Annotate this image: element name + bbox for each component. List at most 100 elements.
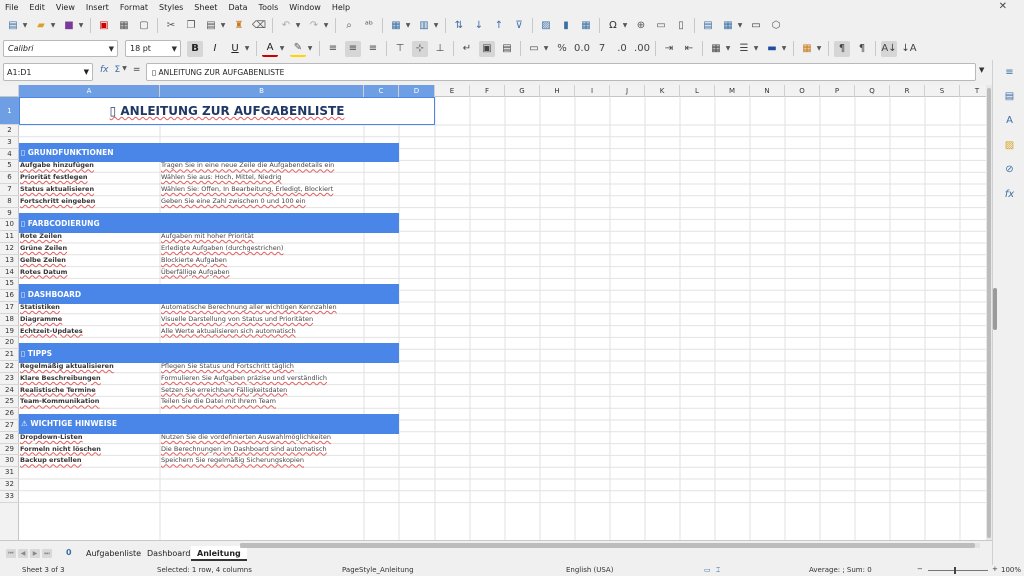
instruction-key-cell[interactable]: Fortschritt eingeben xyxy=(20,197,159,209)
paste-dropdown-icon[interactable]: ▼ xyxy=(219,18,227,34)
zoom-slider[interactable] xyxy=(928,570,988,571)
name-box[interactable]: A1:D1 ▼ xyxy=(3,63,93,81)
vertical-text-icon[interactable]: ↓A xyxy=(901,41,917,57)
title-cell[interactable]: ▯ ANLEITUNG ZUR AUFGABENLISTE xyxy=(19,97,435,125)
font-size-combo[interactable]: 18 pt ▼ xyxy=(125,40,181,57)
instruction-value-cell[interactable]: Die Berechnungen im Dashboard sind autom… xyxy=(161,445,363,457)
gallery-icon[interactable]: ▨ xyxy=(1003,140,1016,153)
row-icon[interactable]: ▦ xyxy=(388,18,404,34)
border-color-icon[interactable]: ▬ xyxy=(764,41,780,57)
headers-footers-icon[interactable]: ▯ xyxy=(673,18,689,34)
spreadsheet-grid[interactable]: ABCDEFGHIJKLMNOPQRST 1 2 3 4 5 6 7 8 9 10 11 12 13 14… xyxy=(0,85,986,540)
highlight-dropdown-icon[interactable]: ▼ xyxy=(306,41,314,57)
instruction-value-cell[interactable]: Nutzen Sie die vordefinierten Auswahlmög… xyxy=(161,433,363,445)
underline-dropdown-icon[interactable]: ▼ xyxy=(243,41,251,57)
tab-dashboard[interactable]: Dashboard xyxy=(141,546,196,561)
chevron-down-icon[interactable]: ▼ xyxy=(109,45,114,53)
menu-insert[interactable]: Insert xyxy=(86,3,109,12)
instruction-key-cell[interactable]: Statistiken xyxy=(20,303,159,315)
tab-aufgabenliste[interactable]: Aufgabenliste xyxy=(80,546,147,561)
instruction-key-cell[interactable]: Rote Zeilen xyxy=(20,232,159,244)
status-page-style[interactable]: PageStyle_Anleitung xyxy=(342,566,414,574)
instruction-key-cell[interactable]: Realistische Termine xyxy=(20,386,159,398)
navigator-icon[interactable]: ⊘ xyxy=(1003,164,1016,177)
zoom-in-icon[interactable]: + xyxy=(992,565,998,573)
insert-chart-icon[interactable]: ▮ xyxy=(558,18,574,34)
conditional-format-icon[interactable]: ▦ xyxy=(799,41,815,57)
left-to-right-icon[interactable]: ¶ xyxy=(834,40,850,57)
border-style-dropdown-icon[interactable]: ▼ xyxy=(752,41,760,57)
status-language[interactable]: English (USA) xyxy=(566,566,613,574)
function-wizard-icon[interactable]: fx xyxy=(100,65,109,75)
sidebar-grip[interactable] xyxy=(993,288,997,330)
vertical-scroll-thumb[interactable] xyxy=(987,88,991,538)
unmerge-icon[interactable]: ▤ xyxy=(499,41,515,57)
redo-dropdown-icon[interactable]: ▼ xyxy=(322,18,330,34)
instruction-value-cell[interactable]: Erledigte Aufgaben (durchgestrichen) xyxy=(161,244,363,256)
styles-icon[interactable]: A xyxy=(1003,115,1016,128)
section-heading[interactable]: ▯ DASHBOARD xyxy=(19,284,399,304)
horizontal-scrollbar[interactable] xyxy=(240,543,980,548)
column-dropdown-icon[interactable]: ▼ xyxy=(432,18,440,34)
menu-sheet[interactable]: Sheet xyxy=(194,3,217,12)
selection-mode-icon[interactable]: ▭ xyxy=(704,566,711,574)
instruction-value-cell[interactable]: Automatische Berechnung aller wichtigen … xyxy=(161,303,363,315)
instruction-value-cell[interactable]: Alle Werte aktualisieren sich automatisc… xyxy=(161,327,363,339)
align-middle-icon[interactable]: ⊹ xyxy=(412,40,428,57)
instruction-key-cell[interactable]: Grüne Zeilen xyxy=(20,244,159,256)
print-icon[interactable]: ▦ xyxy=(116,18,132,34)
tab-anleitung[interactable]: Anleitung xyxy=(191,546,247,561)
instruction-value-cell[interactable]: Visuelle Darstellung von Status und Prio… xyxy=(161,315,363,327)
formula-input[interactable]: ▯ ANLEITUNG ZUR AUFGABENLISTE xyxy=(146,63,976,81)
instruction-value-cell[interactable]: Blockierte Aufgaben xyxy=(161,256,363,268)
sort-ascending-icon[interactable]: ↓ xyxy=(471,18,487,34)
menu-edit[interactable]: Edit xyxy=(29,3,45,12)
chevron-down-icon[interactable]: ▼ xyxy=(172,45,177,53)
chevron-down-icon[interactable]: ▼ xyxy=(84,68,89,76)
functions-icon[interactable]: fx xyxy=(1003,189,1016,202)
instruction-value-cell[interactable]: Wählen Sie aus: Hoch, Mittel, Niedrig xyxy=(161,173,363,185)
align-center-icon[interactable]: ≡ xyxy=(345,40,361,57)
print-preview-icon[interactable]: ▢ xyxy=(136,18,152,34)
expand-formula-bar-icon[interactable]: ▼ xyxy=(979,66,984,74)
text-direction-icon[interactable]: A↓ xyxy=(881,40,897,57)
special-character-icon[interactable]: Ω xyxy=(605,18,621,34)
conditional-dropdown-icon[interactable]: ▼ xyxy=(815,41,823,57)
instruction-key-cell[interactable]: Formeln nicht löschen xyxy=(20,445,159,457)
define-print-area-icon[interactable]: ▤ xyxy=(700,18,716,34)
next-sheet-icon[interactable]: ▶ xyxy=(30,549,40,558)
instruction-key-cell[interactable]: Team-Kommunikation xyxy=(20,397,159,409)
section-heading[interactable]: ▯ FARBCODIERUNG xyxy=(19,213,399,234)
show-draw-functions-icon[interactable]: ⬡ xyxy=(768,18,784,34)
open-dropdown-icon[interactable]: ▼ xyxy=(49,18,57,34)
open-folder-icon[interactable]: ▰ xyxy=(33,18,49,34)
highlight-color-icon[interactable]: ✎ xyxy=(290,41,306,57)
menu-file[interactable]: File xyxy=(5,3,18,12)
menu-tools[interactable]: Tools xyxy=(259,3,279,12)
paste-icon[interactable]: ▤ xyxy=(203,18,219,34)
instruction-key-cell[interactable]: Aufgabe hinzufügen xyxy=(20,161,159,173)
increase-indent-icon[interactable]: ⇥ xyxy=(661,41,677,57)
instruction-key-cell[interactable]: Diagramme xyxy=(20,315,159,327)
comment-icon[interactable]: ▭ xyxy=(653,18,669,34)
instruction-value-cell[interactable]: Überfällige Aufgaben xyxy=(161,268,363,280)
add-decimal-icon[interactable]: .0 xyxy=(614,41,630,57)
sort-icon[interactable]: ⇅ xyxy=(451,18,467,34)
zoom-out-icon[interactable]: − xyxy=(917,565,923,573)
hamburger-menu-icon[interactable]: ≡ xyxy=(1003,67,1016,80)
instruction-value-cell[interactable]: Pflegen Sie Status und Fortschritt tägli… xyxy=(161,362,363,374)
hyperlink-icon[interactable]: ⊕ xyxy=(633,18,649,34)
borders-icon[interactable]: ▦ xyxy=(708,41,724,57)
instruction-value-cell[interactable]: Aufgaben mit hoher Priorität xyxy=(161,232,363,244)
section-heading[interactable]: ▯ GRUNDFUNKTIONEN xyxy=(19,142,399,163)
sum-icon[interactable]: Σ xyxy=(115,65,121,75)
font-color-dropdown-icon[interactable]: ▼ xyxy=(278,41,286,57)
menu-format[interactable]: Format xyxy=(120,3,148,12)
status-summary[interactable]: Average: ; Sum: 0 xyxy=(809,566,872,574)
currency-format-icon[interactable]: ▭ xyxy=(526,41,542,57)
delete-decimal-icon[interactable]: .00 xyxy=(634,41,650,57)
export-pdf-icon[interactable]: ▣ xyxy=(96,18,112,34)
align-right-icon[interactable]: ≡ xyxy=(365,41,381,57)
cut-icon[interactable]: ✂ xyxy=(163,18,179,34)
menu-window[interactable]: Window xyxy=(289,3,321,12)
